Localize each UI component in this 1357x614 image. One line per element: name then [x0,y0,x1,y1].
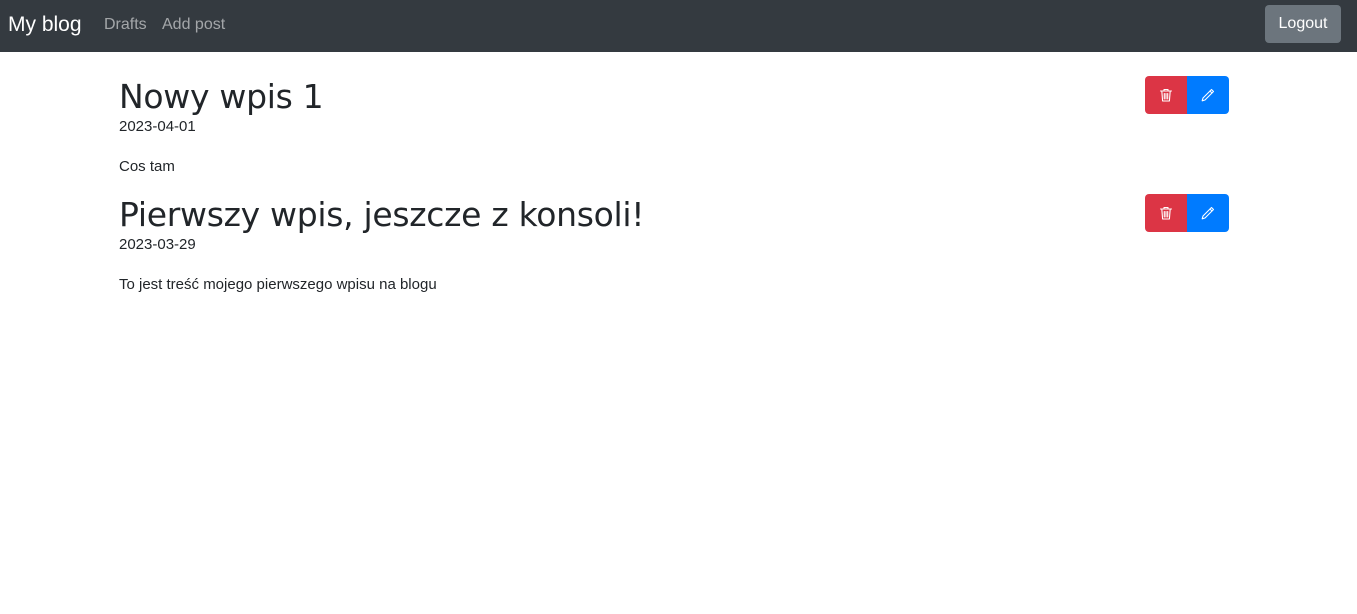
logout-button[interactable]: Logout [1265,5,1341,43]
post-date: 2023-04-01 [119,118,196,135]
delete-post-button[interactable] [1145,76,1187,114]
nav-link-drafts[interactable]: Drafts [104,14,147,36]
post-date: 2023-03-29 [119,236,196,253]
post-item: Pierwszy wpis, jeszcze z konsoli! 2023-0… [119,194,1229,295]
post-actions [1145,194,1229,232]
top-navbar: My blog Drafts Add post Logout [0,0,1357,52]
pencil-icon [1200,87,1216,103]
pencil-icon [1200,205,1216,221]
edit-post-button[interactable] [1187,194,1229,232]
edit-post-button[interactable] [1187,76,1229,114]
post-title: Nowy wpis 1 [119,77,324,116]
nav-link-add-post[interactable]: Add post [162,14,225,36]
post-body: To jest treść mojego pierwszego wpisu na… [119,276,437,293]
delete-post-button[interactable] [1145,194,1187,232]
trash-icon [1158,87,1174,103]
post-item: Nowy wpis 1 2023-04-01 Cos tam [119,76,1229,177]
post-actions [1145,76,1229,114]
brand-link[interactable]: My blog [8,11,82,39]
post-body: Cos tam [119,158,175,175]
trash-icon [1158,205,1174,221]
post-title: Pierwszy wpis, jeszcze z konsoli! [119,195,645,234]
